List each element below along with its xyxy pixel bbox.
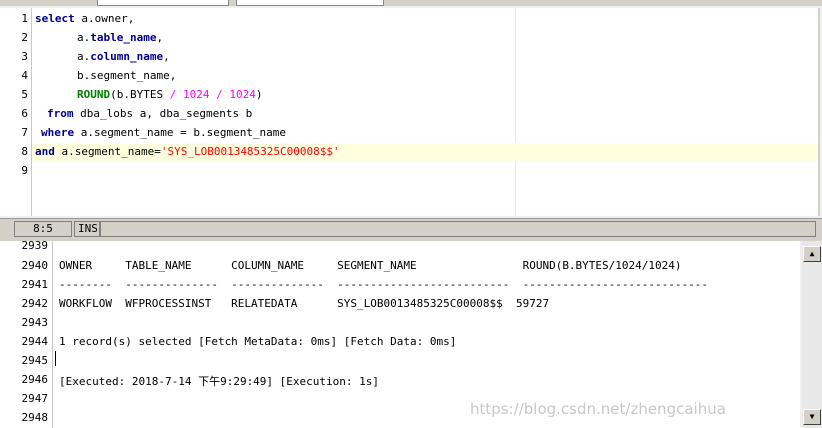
line-number: 9 xyxy=(21,164,28,177)
cursor-position: 8:5 xyxy=(14,221,72,237)
schema-dropdown[interactable] xyxy=(236,0,384,6)
line-number: 2940 xyxy=(21,259,49,272)
line-number: 1 xyxy=(21,12,28,25)
code-line: and a.segment_name='SYS_LOB0013485325C00… xyxy=(35,145,340,158)
result-data-row: WORKFLOW WFPROCESSINST RELATEDATA SYS_LO… xyxy=(59,297,550,310)
output-scrollbar[interactable]: ▲ ▼ xyxy=(802,241,822,428)
code-line: a.column_name, xyxy=(77,50,170,63)
watermark: https://blog.csdn.net/zhengcaihua xyxy=(470,400,726,418)
line-number: 2948 xyxy=(21,411,49,424)
scroll-up-button[interactable]: ▲ xyxy=(803,246,821,262)
line-number: 2941 xyxy=(21,278,49,291)
line-number: 3 xyxy=(21,50,28,63)
execution-summary: [Executed: 2018-7-14 下午9:29:49] [Executi… xyxy=(59,375,380,388)
insert-mode-indicator: INS xyxy=(74,221,100,237)
text-cursor xyxy=(55,351,56,366)
line-number: 2 xyxy=(21,31,28,44)
status-message-area xyxy=(100,221,816,237)
line-number: 2946 xyxy=(21,373,49,386)
code-line: b.segment_name, xyxy=(77,69,177,82)
editor-line-gutter: 1 2 3 4 5 6 7 8 9 xyxy=(0,8,32,216)
code-line: ROUND(b.BYTES / 1024 / 1024) xyxy=(77,88,263,101)
line-number: 8 xyxy=(21,145,28,158)
output-line-gutter: 2939 2940 2941 2942 2943 2944 2945 2946 … xyxy=(0,239,53,428)
scroll-down-button[interactable]: ▼ xyxy=(803,409,821,425)
sql-editor[interactable]: 1 2 3 4 5 6 7 8 9 select a.owner, a.tabl… xyxy=(0,8,820,216)
code-line: from dba_lobs a, dba_segments b xyxy=(47,107,253,120)
line-number: 5 xyxy=(21,88,28,101)
code-line: where a.segment_name = b.segment_name xyxy=(41,126,287,139)
toolbar xyxy=(0,0,822,6)
code-line: a.table_name, xyxy=(77,31,164,44)
line-number: 4 xyxy=(21,69,28,82)
line-number: 2942 xyxy=(21,297,49,310)
line-number: 2945 xyxy=(21,354,49,367)
line-number: 2943 xyxy=(21,316,49,329)
line-number: 7 xyxy=(21,126,28,139)
line-number: 2944 xyxy=(21,335,49,348)
fetch-summary: 1 record(s) selected [Fetch MetaData: 0m… xyxy=(59,335,457,348)
result-header-row: OWNER TABLE_NAME COLUMN_NAME SEGMENT_NAM… xyxy=(59,259,682,272)
code-line: select a.owner, xyxy=(35,12,135,25)
line-number: 2939 xyxy=(21,239,49,252)
connection-dropdown[interactable] xyxy=(97,0,229,6)
line-number: 6 xyxy=(21,107,28,120)
right-margin-guide xyxy=(515,8,516,216)
line-number: 2947 xyxy=(21,392,49,405)
editor-status-bar: 8:5 INS xyxy=(0,218,822,238)
result-separator-row: -------- -------------- -------------- -… xyxy=(59,278,709,291)
